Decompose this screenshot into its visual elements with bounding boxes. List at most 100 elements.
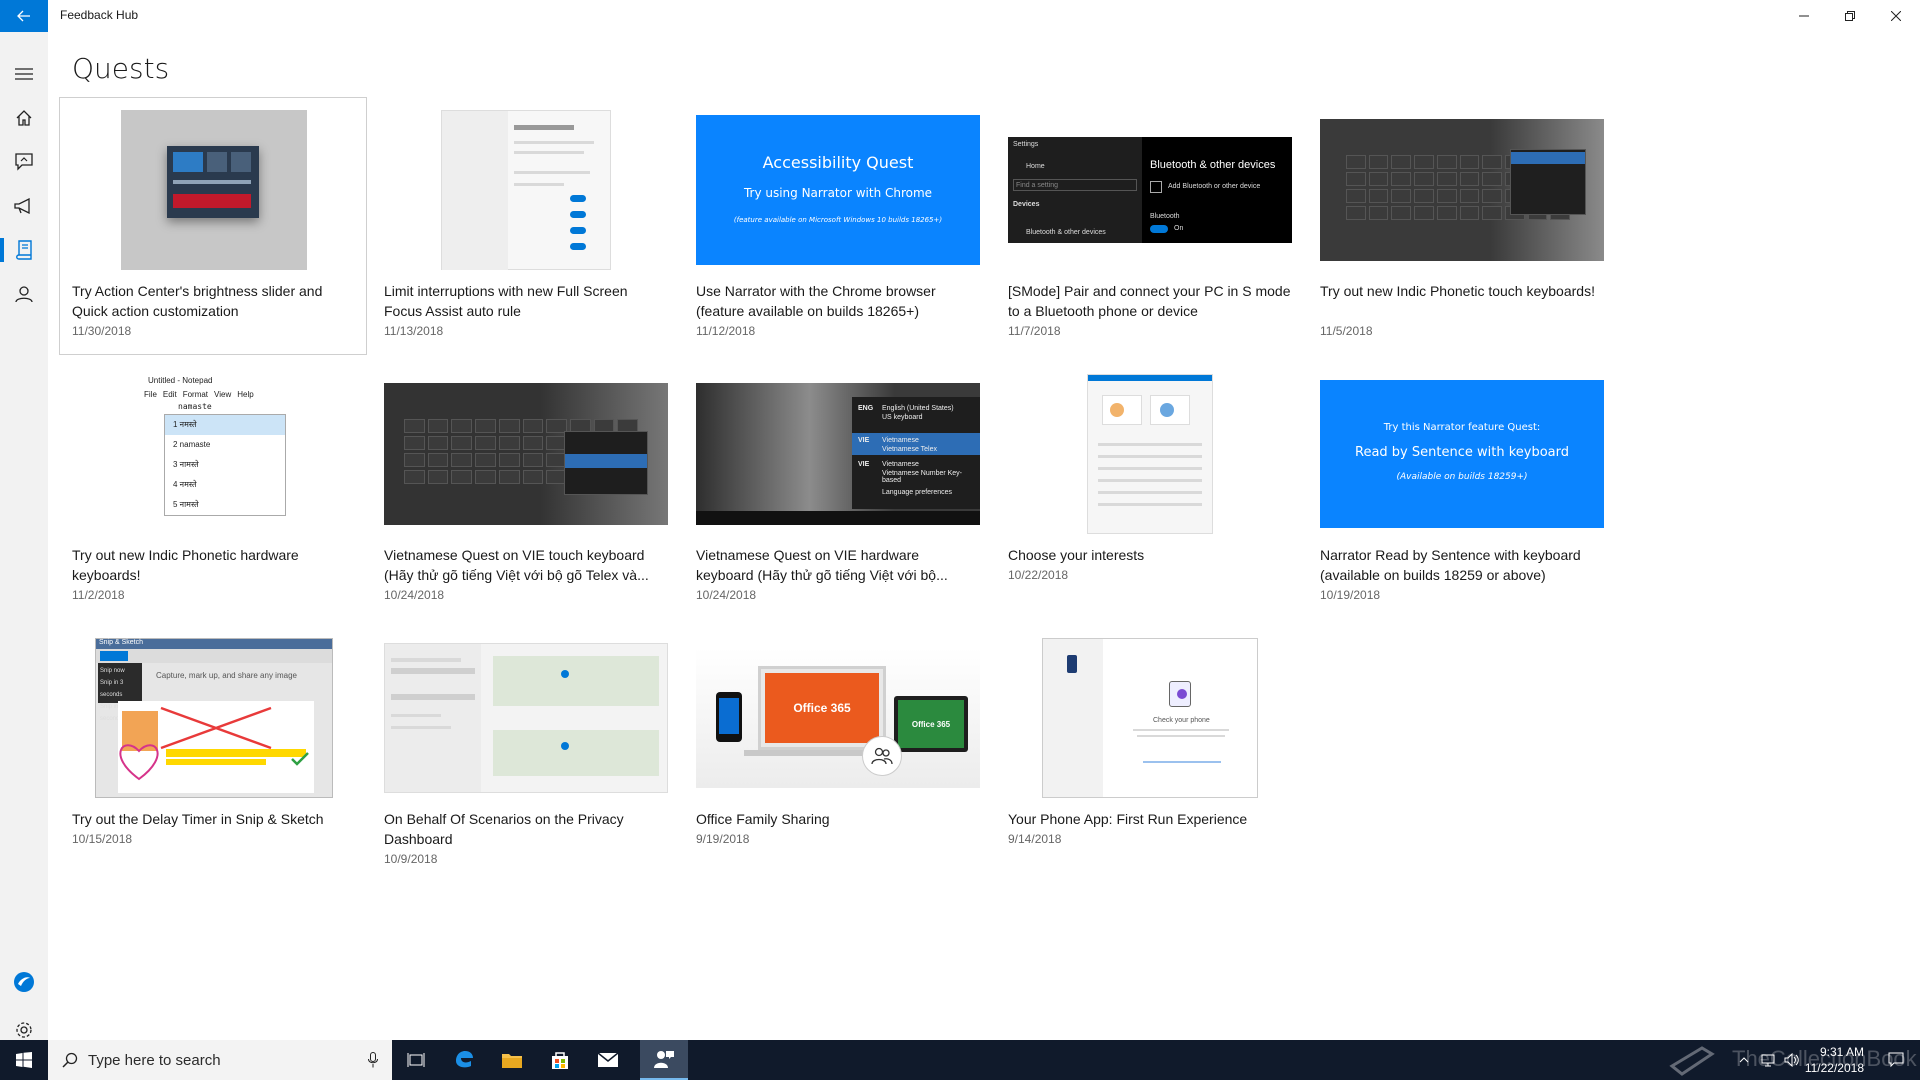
system-clock[interactable]: 9:31 AM 11/22/2018 (1805, 1044, 1864, 1076)
search-icon (62, 1052, 78, 1068)
ime-candidate-list: 1 नमस्ते 2 namaste 3 नामस्ते 4 नमस्ते 5 … (164, 414, 286, 516)
quest-card[interactable]: Untitled - Notepad File Edit Format View… (60, 362, 366, 618)
quest-thumbnail: Settings Home Find a setting Devices Blu… (1008, 110, 1292, 270)
quest-thumbnail: Accessibility Quest Try using Narrator w… (696, 110, 980, 270)
quest-card[interactable]: Try out new Indic Phonetic touch keyboar… (1308, 98, 1614, 354)
edge-taskbar-button[interactable] (440, 1040, 488, 1080)
quest-title: Use Narrator with the Chrome browser (fe… (696, 283, 936, 319)
quest-card[interactable]: Vietnamese Quest on VIE touch keyboard (… (372, 362, 678, 618)
profile-icon (15, 286, 33, 303)
nav-quests[interactable] (0, 230, 48, 270)
quest-date: 11/2/2018 (72, 588, 125, 602)
quest-date: 11/30/2018 (72, 324, 132, 338)
eng-code: ENG (858, 405, 874, 412)
quest-card[interactable]: Settings Home Find a setting Devices Blu… (996, 98, 1302, 354)
taskbar-search-box[interactable]: Type here to search (48, 1040, 392, 1080)
quest-card[interactable]: Try Action Center's brightness slider an… (59, 97, 367, 355)
quests-icon (16, 240, 32, 260)
quest-card[interactable]: Check your phone Your Phone App: First R… (996, 626, 1302, 882)
menu-format: Format (182, 390, 209, 399)
nav-insider[interactable] (0, 962, 48, 1002)
announcements-icon (14, 198, 30, 214)
indic-touch-keyboard-screenshot (1320, 119, 1604, 261)
quest-card[interactable]: On Behalf Of Scenarios on the Privacy Da… (372, 626, 678, 882)
mail-icon (597, 1052, 619, 1067)
notifications-icon (1888, 1052, 1904, 1068)
banner-line2: Read by Sentence with keyboard (1355, 445, 1569, 460)
mail-button[interactable] (584, 1040, 632, 1080)
quest-card[interactable]: Try this Narrator feature Quest: Read by… (1308, 362, 1614, 618)
tile (173, 152, 203, 172)
quest-thumbnail (384, 110, 668, 270)
network-button[interactable] (1756, 1040, 1780, 1080)
hamburger-menu-button[interactable] (0, 54, 48, 94)
volume-icon (1784, 1053, 1799, 1067)
snip-menu: Snip now Snip in 3 seconds Snip in 10 se… (98, 663, 142, 722)
typed-text: namaste (178, 402, 212, 411)
menu-help: Help (237, 390, 254, 399)
feedback-hub-taskbar-button[interactable] (640, 1040, 688, 1080)
task-view-button[interactable] (392, 1040, 440, 1080)
nav-feedback[interactable] (0, 142, 48, 182)
hamburger-icon (15, 68, 33, 80)
quest-card[interactable]: Choose your interests 10/22/2018 (996, 362, 1302, 618)
heart-annotation (119, 744, 159, 781)
start-button[interactable] (0, 1040, 48, 1080)
microphone-icon[interactable] (368, 1052, 378, 1068)
windows-logo-icon (16, 1052, 32, 1068)
tile (207, 152, 227, 172)
quest-thumbnail (1320, 110, 1604, 270)
folder-icon (502, 1054, 522, 1068)
quest-title: On Behalf Of Scenarios on the Privacy Da… (384, 811, 624, 847)
vie-code: VIE (858, 437, 870, 444)
quest-card[interactable]: Office 365 Office 365 Office Family Shar… (684, 626, 990, 882)
volume-button[interactable] (1780, 1040, 1804, 1080)
feedback-hub-icon (654, 1051, 674, 1068)
close-icon (1891, 11, 1901, 21)
brightness-slider (173, 180, 251, 184)
check-annotation (291, 752, 309, 766)
banner-line3: (Available on builds 18259+) (1396, 472, 1528, 482)
quest-thumbnail: ENG English (United States) US keyboard … (696, 374, 980, 534)
find-setting-box: Find a setting (1013, 179, 1137, 191)
snip-sketch-screenshot: Snip & Sketch Capture, mark up, and shar… (95, 638, 333, 798)
family-badge (862, 736, 902, 776)
nav-profile[interactable] (0, 274, 48, 314)
tablet-office-label: Office 365 (898, 700, 964, 748)
menu-view: View (214, 390, 232, 399)
watermark-logo (1668, 1044, 1716, 1080)
nav-home[interactable] (0, 98, 48, 138)
show-hidden-icons-button[interactable] (1732, 1040, 1756, 1080)
quest-title: Narrator Read by Sentence with keyboard … (1320, 547, 1581, 583)
quest-date: 11/5/2018 (1320, 324, 1373, 338)
quest-date: 10/19/2018 (1320, 588, 1381, 602)
close-button[interactable] (1873, 0, 1919, 32)
quest-title: Limit interruptions with new Full Screen… (384, 283, 628, 319)
quest-card[interactable]: ENG English (United States) US keyboard … (684, 362, 990, 618)
minimize-button[interactable] (1781, 0, 1827, 32)
network-icon (1761, 1054, 1775, 1067)
notepad-screenshot: Untitled - Notepad File Edit Format View… (134, 374, 294, 534)
taskbar: Type here to search TheCollectionBook 9:… (0, 1040, 1920, 1080)
quest-card[interactable]: Limit interruptions with new Full Screen… (372, 98, 678, 354)
back-button[interactable] (0, 0, 48, 32)
restore-icon (1845, 11, 1855, 21)
quest-card[interactable]: Accessibility Quest Try using Narrator w… (684, 98, 990, 354)
file-explorer-button[interactable] (488, 1040, 536, 1080)
snip-3s-item: Snip in 3 seconds (100, 680, 124, 698)
store-button[interactable] (536, 1040, 584, 1080)
nav-announcements[interactable] (0, 186, 48, 226)
quest-thumbnail (384, 638, 668, 798)
bt-toggle (1150, 225, 1168, 233)
vie-sub: Vietnamese Telex (882, 446, 937, 453)
menu-edit: Edit (162, 390, 177, 399)
quest-title: Try out the Delay Timer in Snip & Sketch (72, 811, 324, 827)
candidate: 4 नमस्ते (173, 480, 197, 489)
action-center-screenshot (121, 110, 307, 270)
action-center-button[interactable] (1872, 1040, 1920, 1080)
restore-button[interactable] (1827, 0, 1873, 32)
settings-label: Settings (1013, 141, 1039, 148)
chevron-up-icon (1739, 1057, 1749, 1063)
quest-card[interactable]: Snip & Sketch Capture, mark up, and shar… (60, 626, 366, 882)
vie2-sub: Vietnamese Number Key-based (882, 470, 963, 484)
